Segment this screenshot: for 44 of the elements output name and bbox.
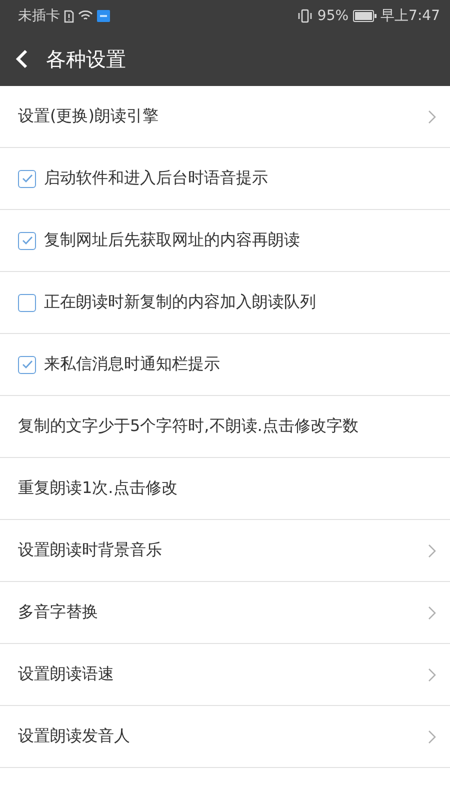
settings-row[interactable]: 启动软件和进入后台时语音提示 <box>0 148 450 210</box>
settings-row[interactable]: 复制的文字少于5个字符时,不朗读.点击修改字数 <box>0 396 450 458</box>
checkbox[interactable] <box>18 170 36 188</box>
time-text: 早上7:47 <box>380 7 440 25</box>
checkmark-icon <box>22 360 32 369</box>
setting-label: 设置朗读语速 <box>18 664 115 685</box>
setting-label: 多音字替换 <box>18 602 99 623</box>
setting-label: 复制网址后先获取网址的内容再朗读 <box>44 230 301 251</box>
checkmark-icon <box>22 174 32 183</box>
settings-row[interactable]: 正在朗读时新复制的内容加入朗读队列 <box>0 272 450 334</box>
setting-label: 启动软件和进入后台时语音提示 <box>44 168 269 189</box>
settings-row[interactable]: 多音字替换 <box>0 582 450 644</box>
vibrate-icon <box>297 9 314 23</box>
battery-text: 95% <box>317 8 349 24</box>
back-button[interactable] <box>16 49 28 69</box>
setting-label: 设置朗读时背景音乐 <box>18 540 163 561</box>
chevron-right-icon <box>428 730 436 744</box>
setting-label: 重复朗读1次.点击修改 <box>18 478 178 499</box>
chevron-right-icon <box>428 668 436 682</box>
checkbox[interactable] <box>18 356 36 374</box>
checkmark-icon <box>22 236 32 245</box>
checkbox[interactable] <box>18 232 36 250</box>
setting-label: 来私信消息时通知栏提示 <box>44 354 221 375</box>
settings-row[interactable]: 设置朗读语速 <box>0 644 450 706</box>
setting-label: 正在朗读时新复制的内容加入朗读队列 <box>44 292 317 313</box>
page-title: 各种设置 <box>46 46 126 72</box>
settings-row[interactable]: 来私信消息时通知栏提示 <box>0 334 450 396</box>
app-icon <box>97 10 110 22</box>
chevron-right-icon <box>428 544 436 558</box>
checkbox[interactable] <box>18 294 36 312</box>
settings-row[interactable]: 重复朗读1次.点击修改 <box>0 458 450 520</box>
settings-row[interactable]: 设置(更换)朗读引擎 <box>0 86 450 148</box>
battery-icon <box>352 10 377 22</box>
setting-label: 设置朗读发音人 <box>18 726 131 747</box>
settings-row[interactable]: 复制网址后先获取网址的内容再朗读 <box>0 210 450 272</box>
sim-icon <box>64 10 74 22</box>
settings-row[interactable]: 设置朗读时背景音乐 <box>0 520 450 582</box>
wifi-icon <box>78 10 93 22</box>
settings-row[interactable]: 设置朗读发音人 <box>0 706 450 768</box>
setting-label: 设置(更换)朗读引擎 <box>18 106 160 127</box>
chevron-right-icon <box>428 110 436 124</box>
chevron-right-icon <box>428 606 436 620</box>
carrier-text: 未插卡 <box>18 7 60 25</box>
setting-label: 复制的文字少于5个字符时,不朗读.点击修改字数 <box>18 416 360 437</box>
